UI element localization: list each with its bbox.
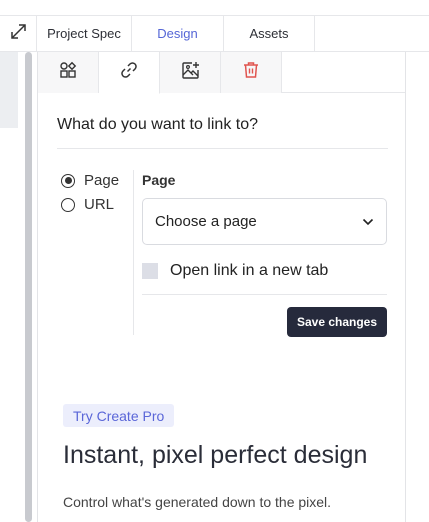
expand-button[interactable] <box>0 16 36 51</box>
left-pane-selection <box>0 52 18 128</box>
radio-label-page: Page <box>84 172 120 189</box>
editor-tab-bar: Project Spec Design Assets <box>0 15 429 52</box>
tab-project-spec[interactable]: Project Spec <box>36 16 131 51</box>
radio-url[interactable]: URL <box>61 196 114 213</box>
new-tab-label: Open link in a new tab <box>170 262 329 279</box>
link-panel-heading: What do you want to link to? <box>57 116 258 133</box>
form-divider-vertical <box>133 170 134 335</box>
trash-icon <box>242 61 260 84</box>
new-tab-option[interactable]: Open link in a new tab <box>142 262 328 280</box>
top-strip <box>0 0 429 15</box>
radio-selected-dot <box>64 177 72 184</box>
add-image-button[interactable] <box>160 52 221 93</box>
page-field-label: Page <box>142 172 176 188</box>
tab-assets[interactable]: Assets <box>223 16 315 51</box>
promo-title: Instant, pixel perfect design <box>63 441 368 469</box>
radio-control-url[interactable] <box>61 197 75 212</box>
add-image-icon <box>181 61 200 85</box>
link-button[interactable] <box>99 52 160 94</box>
radio-page[interactable]: Page <box>61 172 119 189</box>
divider <box>142 294 387 295</box>
expand-icon <box>10 23 27 45</box>
radio-label-url: URL <box>84 196 115 213</box>
save-changes-button[interactable]: Save changes <box>287 307 387 337</box>
link-icon <box>120 61 138 84</box>
components-icon <box>59 61 77 84</box>
chevron-down-icon <box>362 213 374 230</box>
tab-design[interactable]: Design <box>131 16 223 51</box>
page-select-value: Choose a page <box>155 213 257 230</box>
panel-toolbar <box>38 52 405 94</box>
promo-text: Control what's generated down to the pix… <box>63 494 332 510</box>
components-button[interactable] <box>38 52 99 93</box>
radio-control-page[interactable] <box>61 173 75 188</box>
left-pane <box>0 52 20 522</box>
new-tab-checkbox[interactable] <box>142 263 158 279</box>
left-scrollbar[interactable] <box>25 52 32 522</box>
divider <box>57 148 388 149</box>
delete-button[interactable] <box>221 52 282 93</box>
promo-badge[interactable]: Try Create Pro <box>63 404 175 427</box>
page-select[interactable]: Choose a page <box>142 198 387 245</box>
